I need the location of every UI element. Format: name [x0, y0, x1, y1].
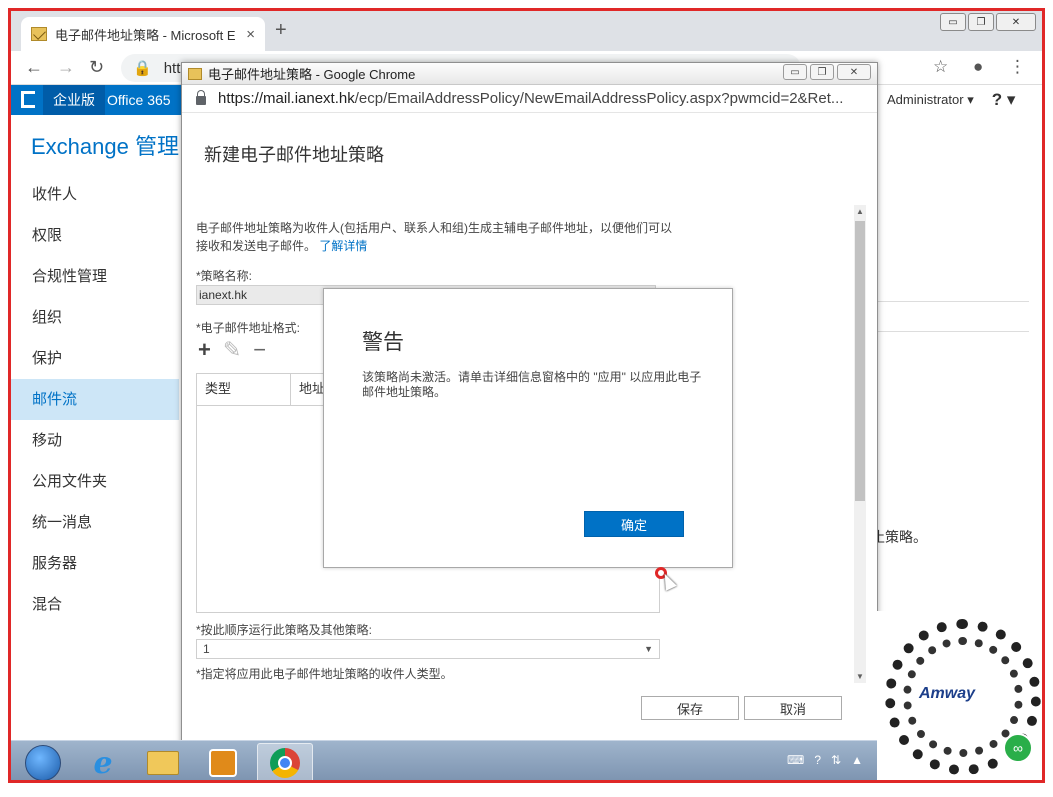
browser-tabstrip: 电子邮件地址策略 - Microsoft E × + ▭ ❐ ✕ — [11, 11, 1042, 51]
admin-user[interactable]: Administrator ▾ — [887, 92, 974, 108]
system-tray: ⌨ ? ⇅ ▲ — [787, 753, 863, 767]
chrome-icon — [270, 748, 300, 778]
sidebar: 收件人 权限 合规性管理 组织 保护 邮件流 移动 公用文件夹 统一消息 服务器 混合 — [11, 174, 179, 625]
sidebar-item[interactable]: 合规性管理 — [11, 256, 179, 297]
menu-icon[interactable]: ⋮ — [1009, 57, 1026, 77]
new-tab-button[interactable]: + — [275, 19, 287, 42]
sidebar-item[interactable]: 权限 — [11, 215, 179, 256]
keyboard-icon[interactable]: ⌨ — [787, 753, 804, 767]
recipient-type-label: *指定将应用此电子邮件地址策略的收件人类型。 — [196, 667, 453, 681]
ie-icon: e — [93, 745, 113, 781]
warning-dialog: 警告 该策略尚未激活。请单击详细信息窗格中的 "应用" 以应用此电子邮件地址策略… — [323, 288, 733, 568]
popup-window-title: 电子邮件地址策略 - Google Chrome — [208, 67, 416, 82]
page-title: 新建电子邮件地址策略 — [204, 145, 384, 165]
start-button[interactable] — [15, 743, 71, 780]
reload-icon[interactable]: ↻ — [89, 57, 104, 78]
scroll-up-icon[interactable]: ▲ — [856, 207, 864, 216]
link-icon: ∞ — [1003, 733, 1033, 763]
policy-name-label: *策略名称: — [196, 269, 253, 283]
screen-frame: 电子邮件地址策略 - Microsoft E × + ▭ ❐ ✕ ← → ↻ 🔒… — [8, 8, 1045, 783]
popup-minimize-button[interactable]: ▭ — [783, 64, 807, 80]
sidebar-item[interactable]: 统一消息 — [11, 502, 179, 543]
save-button[interactable]: 保存 — [641, 696, 739, 720]
learn-more-link[interactable]: 了解详情 — [319, 239, 367, 253]
taskbar-ie[interactable]: e — [75, 743, 131, 781]
scrollbar[interactable]: ▲ ▼ — [854, 205, 866, 683]
divider — [877, 331, 1029, 332]
bookmark-star-icon[interactable]: ☆ — [933, 57, 948, 77]
popup-window-controls: ▭ ❐ ✕ — [780, 64, 871, 80]
qr-code-overlay: Amway ∞ — [877, 611, 1042, 780]
maximize-button[interactable]: ❐ — [968, 13, 994, 31]
sidebar-item[interactable]: 移动 — [11, 420, 179, 461]
scroll-thumb[interactable] — [855, 221, 865, 501]
sidebar-item[interactable]: 邮件流 — [11, 379, 179, 420]
tray-expand-icon[interactable]: ▲ — [851, 753, 863, 767]
envelope-icon — [188, 67, 202, 80]
intro-text: 电子邮件地址策略为收件人(包括用户、联系人和组)生成主辅电子邮件地址，以便他们可… — [196, 221, 672, 253]
tab-close-icon[interactable]: × — [246, 26, 255, 43]
popup-titlebar: 电子邮件地址策略 - Google Chrome ▭ ❐ ✕ — [182, 63, 877, 85]
dialog-title: 警告 — [362, 331, 404, 354]
sidebar-item[interactable]: 服务器 — [11, 543, 179, 584]
taskbar-media[interactable] — [195, 743, 251, 780]
scroll-down-icon[interactable]: ▼ — [856, 672, 864, 681]
sidebar-item[interactable]: 混合 — [11, 584, 179, 625]
nav-office365[interactable]: Office 365 — [107, 85, 171, 115]
remove-icon[interactable]: − — [253, 339, 266, 361]
divider — [877, 301, 1029, 302]
taskbar-chrome[interactable] — [257, 743, 313, 780]
nav-enterprise[interactable]: 企业版 — [43, 85, 105, 115]
help-tray-icon[interactable]: ? — [814, 753, 821, 767]
lock-icon: 🔒 — [133, 60, 152, 77]
help-icon[interactable]: ? ▾ — [992, 90, 1016, 110]
popup-address-bar[interactable]: https://mail.ianext.hk/ecp/EmailAddressP… — [182, 85, 877, 113]
url-host: https://mail.ianext.hk — [218, 90, 355, 107]
folder-icon — [147, 751, 179, 775]
edit-icon[interactable]: ✎ — [223, 339, 241, 361]
taskbar-explorer[interactable] — [135, 743, 191, 780]
add-icon[interactable]: + — [198, 339, 211, 361]
popup-maximize-button[interactable]: ❐ — [810, 64, 834, 80]
details-partial-text: 止策略。 — [871, 529, 927, 545]
network-icon[interactable]: ⇅ — [831, 753, 841, 767]
col-type[interactable]: 类型 — [197, 374, 291, 405]
media-player-icon — [209, 749, 237, 777]
window-controls: ▭ ❐ ✕ — [938, 13, 1036, 31]
account-icon[interactable]: ● — [973, 57, 983, 77]
sidebar-item[interactable]: 公用文件夹 — [11, 461, 179, 502]
address-format-label: *电子邮件地址格式: — [196, 321, 301, 335]
dialog-message: 该策略尚未激活。请单击详细信息窗格中的 "应用" 以应用此电子邮件地址策略。 — [362, 370, 702, 399]
close-window-button[interactable]: ✕ — [996, 13, 1036, 31]
browser-tab[interactable]: 电子邮件地址策略 - Microsoft E × — [21, 17, 265, 51]
sidebar-item[interactable]: 组织 — [11, 297, 179, 338]
windows-logo-icon — [25, 745, 61, 780]
user-menu[interactable]: Administrator ▾ ? ▾ — [877, 85, 1042, 115]
cancel-button[interactable]: 取消 — [744, 696, 842, 720]
minimize-button[interactable]: ▭ — [940, 13, 966, 31]
back-icon[interactable]: ← — [25, 57, 43, 78]
url-path: /ecp/EmailAddressPolicy/NewEmailAddressP… — [354, 90, 844, 107]
chevron-down-icon: ▼ — [644, 644, 653, 654]
order-select[interactable]: 1 ▼ — [196, 639, 660, 659]
format-toolbar: + ✎ − — [198, 339, 266, 361]
order-label: *按此顺序运行此策略及其他策略: — [196, 623, 373, 637]
order-value: 1 — [203, 642, 210, 656]
popup-close-button[interactable]: ✕ — [837, 64, 871, 80]
ok-button[interactable]: 确定 — [584, 511, 684, 537]
forward-icon[interactable]: → — [57, 57, 75, 78]
app-title: Exchange 管理中 — [31, 134, 201, 159]
tab-title: 电子邮件地址策略 - Microsoft E — [55, 27, 236, 43]
sidebar-item[interactable]: 收件人 — [11, 174, 179, 215]
lock-icon — [196, 90, 206, 105]
sidebar-item[interactable]: 保护 — [11, 338, 179, 379]
office-logo-icon — [21, 91, 35, 108]
col-address[interactable]: 地址 — [291, 374, 325, 405]
amway-logo: Amway — [919, 685, 976, 702]
envelope-icon — [31, 27, 47, 41]
